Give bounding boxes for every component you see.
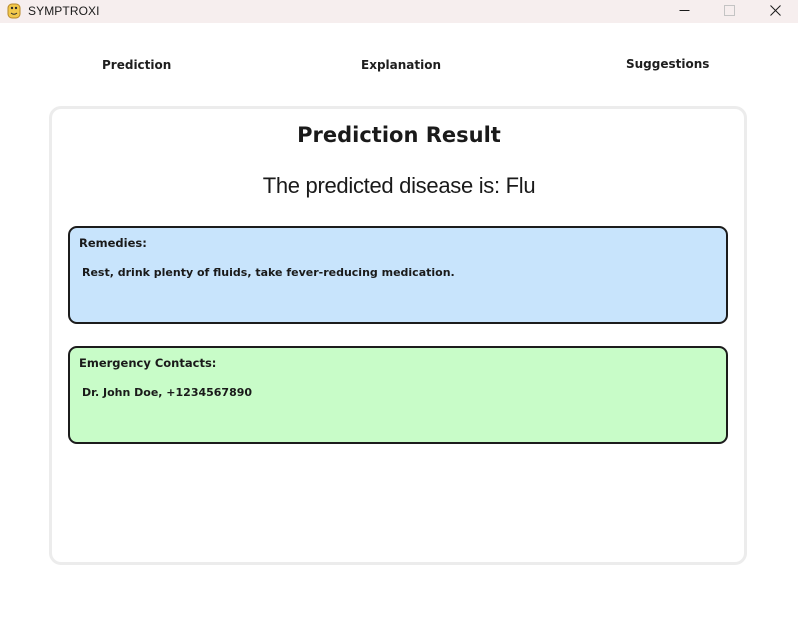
title-bar[interactable]: SYMPTROXI — [0, 0, 798, 23]
maximize-button[interactable] — [707, 0, 751, 23]
maximize-icon — [723, 3, 735, 21]
predicted-disease-text: The predicted disease is: Flu — [262, 173, 536, 198]
nav-explanation-button[interactable]: Explanation — [361, 58, 441, 72]
emergency-contacts-panel: Emergency Contacts: Dr. John Doe, +12345… — [68, 346, 728, 444]
remedies-label: Remedies: — [79, 236, 147, 250]
close-icon — [769, 3, 781, 21]
close-button[interactable] — [753, 0, 797, 23]
app-window: SYMPTROXI Prediction Explanation Suggest… — [0, 0, 798, 621]
python-icon — [7, 3, 21, 19]
window-title: SYMPTROXI — [28, 4, 100, 18]
minimize-button[interactable] — [662, 0, 706, 23]
minimize-icon — [679, 3, 690, 21]
result-title: Prediction Result — [297, 123, 501, 147]
emergency-contacts-label: Emergency Contacts: — [79, 356, 217, 370]
remedies-text: Rest, drink plenty of fluids, take fever… — [82, 266, 455, 279]
remedies-panel: Remedies: Rest, drink plenty of fluids, … — [68, 226, 728, 324]
nav-suggestions-button[interactable]: Suggestions — [626, 57, 709, 71]
emergency-contacts-text: Dr. John Doe, +1234567890 — [82, 386, 253, 399]
nav-prediction-button[interactable]: Prediction — [102, 58, 171, 72]
